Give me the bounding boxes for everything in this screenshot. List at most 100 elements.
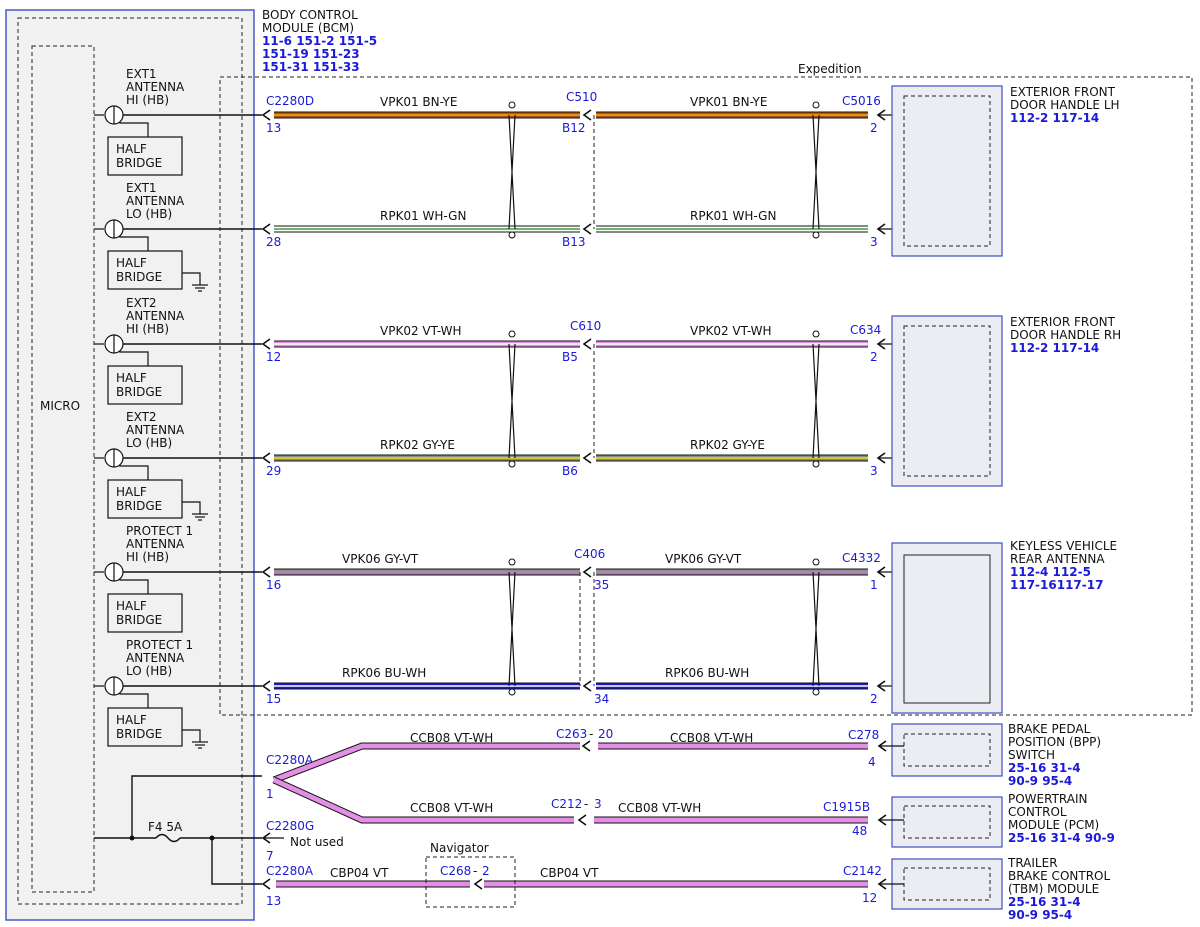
c263-conn: C263 [556,727,587,741]
c2280a-bot-pin: 13 [266,894,281,908]
module: EXTERIOR FRONTDOOR HANDLE LH112-2 117-14 [891,85,1120,257]
module-ref: 117-16117-17 [1010,578,1103,592]
c268-pin: 2 [482,864,490,878]
antenna-label: PROTECT 1 [126,638,193,652]
c268-conn: C268 [440,864,471,878]
module-title: CONTROL [1008,805,1067,819]
module-ref: 112-2 117-14 [1010,341,1099,355]
expedition-label: Expedition [798,62,862,76]
fuse-label: F4 5A [148,820,183,834]
twist-node [508,330,516,338]
expedition-region [219,76,1193,716]
wire-label-right: VPK01 BN-YE [690,95,767,109]
twist-node [812,460,820,468]
module-title: DOOR HANDLE LH [1010,98,1120,112]
wire-run: VPK06 GY-VT VPK06 GY-VT 16 C406 35 C4332 1 [261,547,904,592]
wire-label-right: VPK06 GY-VT [665,552,742,566]
c278-conn: C278 [848,728,879,742]
antenna-label: PROTECT 1 [126,524,193,538]
antenna-label: ANTENNA [126,80,185,94]
half-bridge-label: BRIDGE [116,499,162,513]
ccb-upper-left-label: CCB08 VT-WH [410,731,493,745]
wire-run: RPK02 GY-YE RPK02 GY-YE 29 B6 3 [261,438,904,478]
c2280a-bot-conn: C2280A [266,864,314,878]
c212-pin: 3 [594,797,602,811]
c278-pin: 4 [868,755,876,769]
connector-arrow [261,680,271,692]
twist-node [508,101,516,109]
twist-marker [812,343,820,459]
module-title: POSITION (BPP) [1008,735,1101,749]
module: KEYLESS VEHICLEREAR ANTENNA112-4 112-511… [891,539,1117,714]
half-bridge-label: BRIDGE [116,727,162,741]
module-title: BRAKE PEDAL [1008,722,1091,736]
half-bridge-label: BRIDGE [116,385,162,399]
left-pin: 28 [266,235,281,249]
not-used-label: Not used [290,835,344,849]
half-bridge-label: BRIDGE [116,613,162,627]
right-connector: C634 [850,323,881,337]
wire-label-right: RPK06 BU-WH [665,666,749,680]
right-pin: 3 [870,235,878,249]
module-ref: 25-16 31-4 [1008,895,1081,909]
micro-label: MICRO [40,399,80,413]
antenna-label: HI (HB) [126,322,169,336]
bcm-ref-line1: 11-6 151-2 151-5 [262,34,377,48]
c2280g-pin: 7 [266,849,274,863]
connector-arrow [582,452,592,464]
connector-arrow [582,223,592,235]
module-title: TRAILER [1007,856,1058,870]
right-pin: 2 [870,350,878,364]
connector-arrow [582,109,592,121]
mid-pin: 35 [594,578,609,592]
wire-run: RPK06 BU-WH RPK06 BU-WH 15 34 2 [261,666,904,706]
module-ref: 112-4 112-5 [1010,565,1091,579]
wire-label-left: RPK06 BU-WH [342,666,426,680]
module-title: EXTERIOR FRONT [1010,315,1116,329]
connector-arrow [261,109,271,121]
wire-label-left: VPK02 VT-WH [380,324,462,338]
left-pin: 15 [266,692,281,706]
twist-marker [508,343,516,459]
wire-run: VPK02 VT-WH VPK02 VT-WH 12 C610 B5 C634 2 [261,319,904,364]
twisted-pair-group [508,558,820,696]
twist-node [812,688,820,696]
half-bridge-label: BRIDGE [116,156,162,170]
mid-connector: C510 [566,90,597,104]
left-pin: 12 [266,350,281,364]
module: POWERTRAINCONTROLMODULE (PCM)25-16 31-4 … [891,792,1115,848]
bcm-ref-line2: 151-19 151-23 [262,47,360,61]
c263-pin: 20 [598,727,613,741]
antenna-label: ANTENNA [126,423,185,437]
antenna-label: EXT2 [126,410,157,424]
twist-node [812,231,820,239]
module-title: EXTERIOR FRONT [1010,85,1116,99]
antenna-label: ANTENNA [126,194,185,208]
module-ref: 90-9 95-4 [1008,908,1072,922]
antenna-label: LO (HB) [126,207,172,221]
right-pin: 2 [870,692,878,706]
module-title: MODULE (PCM) [1008,818,1099,832]
mid-pin: B12 [562,121,586,135]
twist-node [508,688,516,696]
mid-pin: 34 [594,692,609,706]
arrow-c268 [473,878,483,890]
navigator-label: Navigator [430,841,489,855]
c212-conn: C212 [551,797,582,811]
twist-node [812,101,820,109]
module-title: REAR ANTENNA [1010,552,1105,566]
module-inner [903,867,991,901]
half-bridge-label: HALF [116,599,147,613]
mid-pin: B5 [562,350,578,364]
twist-node [508,231,516,239]
module-title: BRAKE CONTROL [1008,869,1110,883]
c263-sep: - [589,727,593,741]
module: BRAKE PEDALPOSITION (BPP)SWITCH25-16 31-… [891,722,1101,788]
twist-marker [812,571,820,687]
bcm-ref-line3: 151-31 151-33 [262,60,360,74]
right-connector: C4332 [842,551,881,565]
right-connector: C5016 [842,94,881,108]
wire-label-right: VPK02 VT-WH [690,324,772,338]
left-pin: 13 [266,121,281,135]
antenna-label: EXT1 [126,181,157,195]
